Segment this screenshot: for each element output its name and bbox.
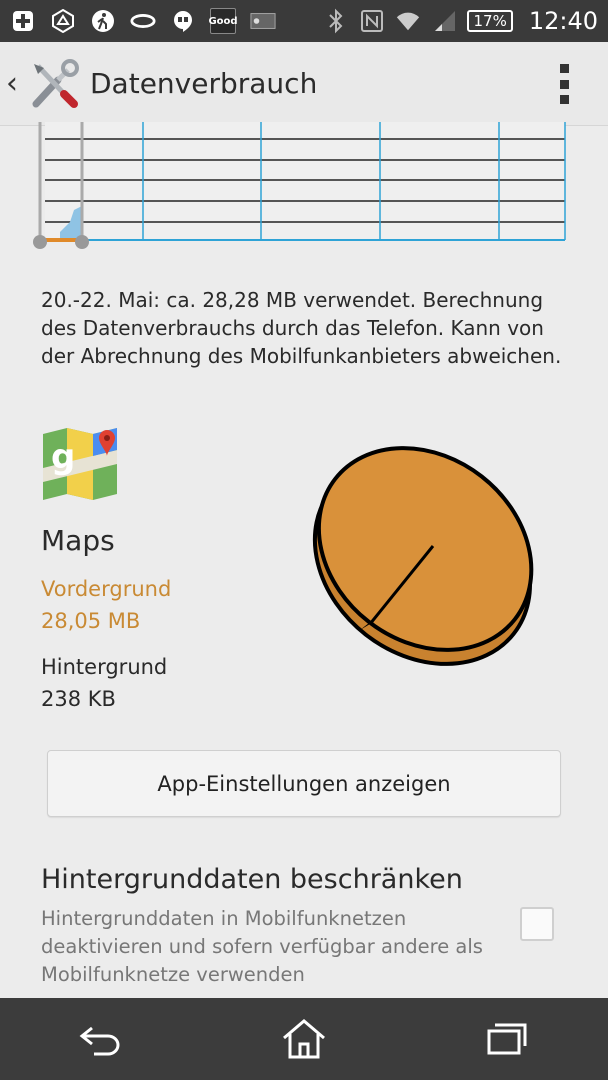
good-icon: Good: [208, 8, 238, 34]
restrict-background-description[interactable]: Hintergrunddaten in Mobilfunknetzen deak…: [41, 905, 491, 989]
foreground-label: Vordergrund: [41, 577, 172, 601]
navigation-bar: [0, 998, 608, 1080]
page-title: Datenverbrauch: [90, 67, 318, 100]
nfc-icon: [359, 8, 385, 34]
battery-icon: 17%: [467, 10, 513, 32]
usage-chart[interactable]: [30, 122, 575, 257]
battery-label: 17%: [473, 12, 507, 30]
google-maps-icon: g: [41, 428, 119, 500]
back-chevron-icon[interactable]: ‹: [6, 66, 24, 101]
app-name: Maps: [41, 524, 115, 557]
foreground-value: 28,05 MB: [41, 609, 141, 633]
signal-icon: [431, 8, 457, 34]
restrict-background-title[interactable]: Hintergrunddaten beschränken: [41, 864, 463, 895]
back-icon[interactable]: [66, 1009, 136, 1069]
usage-description: 20.-22. Mai: ca. 28,28 MB verwendet. Ber…: [41, 288, 562, 368]
status-bar: Good 17% 12:40: [0, 0, 608, 42]
ring-icon: [130, 8, 156, 34]
app-settings-button[interactable]: App-Einstellungen anzeigen: [47, 750, 561, 817]
home-icon[interactable]: [269, 1009, 339, 1069]
settings-tools-icon[interactable]: [28, 58, 80, 110]
svg-text:g: g: [51, 437, 75, 477]
card-icon: [250, 8, 276, 34]
background-value: 238 KB: [41, 687, 116, 711]
action-bar: ‹ Datenverbrauch: [0, 42, 608, 126]
bluetooth-icon: [323, 8, 349, 34]
cycle-start-handle[interactable]: [33, 235, 47, 249]
plus-icon: [10, 8, 36, 34]
chart-grid: [45, 122, 566, 241]
overflow-menu-icon[interactable]: [558, 64, 570, 104]
restrict-background-checkbox[interactable]: [520, 907, 554, 941]
walker-icon: [90, 8, 116, 34]
ingress-icon: [50, 8, 76, 34]
usage-pie-chart: [300, 424, 550, 684]
wifi-icon: [395, 8, 421, 34]
clock: 12:40: [528, 7, 598, 35]
hangouts-icon: [170, 8, 196, 34]
recents-icon[interactable]: [472, 1009, 542, 1069]
cycle-end-handle[interactable]: [75, 235, 89, 249]
background-label: Hintergrund: [41, 655, 168, 679]
